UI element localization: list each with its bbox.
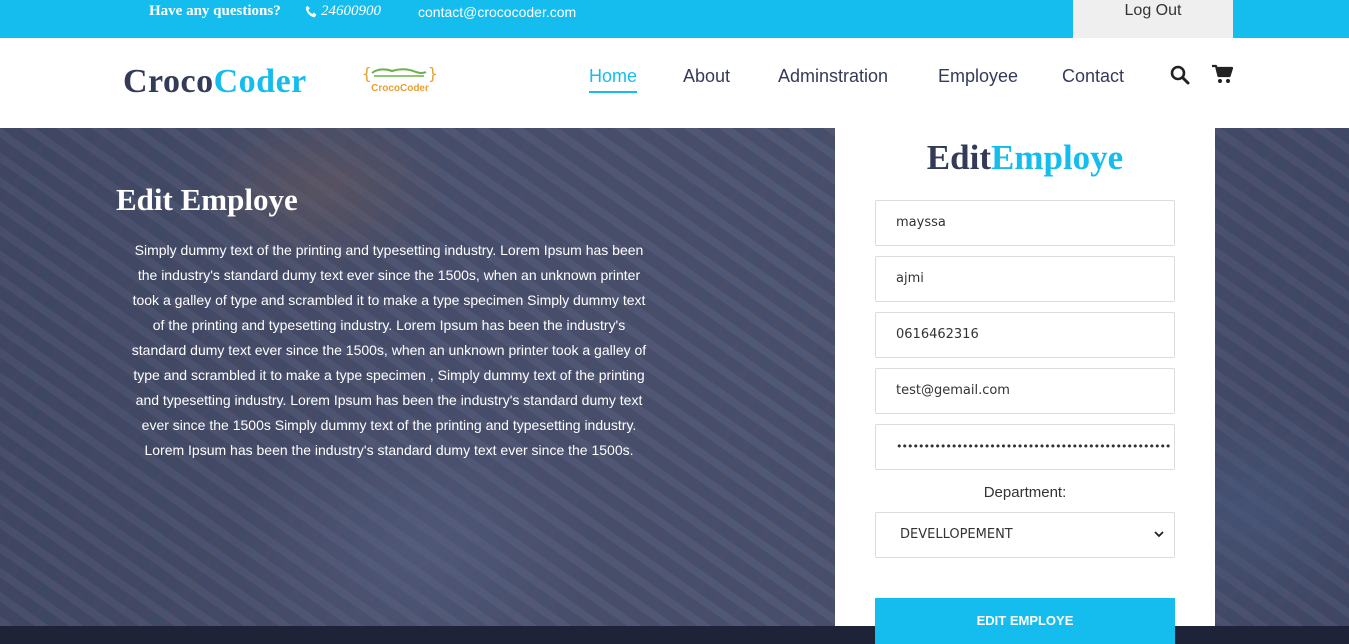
form-title-part2: Employe [990,138,1124,177]
form-title: EditEmploye [835,138,1215,178]
cart-icon[interactable] [1211,64,1233,84]
department-label: Department: [983,484,1067,501]
phone-number: 24600900 [321,3,381,19]
chevron-down-icon [1154,531,1164,538]
brand-part2: Coder [213,63,307,100]
department-select[interactable]: DEVELLOPEMENT [875,512,1175,558]
hero-description: Simply dummy text of the printing and ty… [131,242,647,458]
nav-employee[interactable]: Employee [938,66,1018,87]
nav-about[interactable]: About [683,66,730,87]
logo-text: CrocoCoder [371,83,429,94]
first-name-field[interactable]: mayssa [875,200,1175,246]
phone-icon [305,5,317,18]
svg-text:{: { [362,64,372,83]
crococoder-logo: { } CrocoCoder [362,64,438,94]
password-field[interactable]: ••••••••••••••••••••••••••••••••••••••••… [875,424,1175,470]
last-name-field[interactable]: ajmi [875,256,1175,302]
form-title-part1: Edit [926,138,991,177]
hero-title: Edit Employe [116,182,298,217]
svg-text:}: } [428,64,438,83]
main-header: CrocoCoder { } CrocoCoder Home About Adm… [0,38,1349,128]
top-bar: Have any questions? 24600900 contact@cro… [0,0,1349,38]
nav-contact[interactable]: Contact [1062,66,1124,87]
search-icon[interactable] [1170,65,1190,85]
brand-name[interactable]: CrocoCoder [123,63,307,101]
edit-employee-form: EditEmploye mayssa ajmi 0616462316 test@… [835,128,1215,626]
email-field[interactable]: test@gemail.com [875,368,1175,414]
email-contact[interactable]: contact@crococoder.com [418,4,576,20]
phone-field[interactable]: 0616462316 [875,312,1175,358]
questions-text: Have any questions? [149,3,281,19]
brand-part1: Croco [123,63,214,100]
edit-employe-button[interactable]: EDIT EMPLOYE [875,598,1175,644]
logout-button[interactable]: Log Out [1073,0,1233,38]
department-selected-value: DEVELLOPEMENT [900,527,1013,542]
phone-contact[interactable]: 24600900 [305,3,381,20]
nav-home[interactable]: Home [589,66,638,93]
nav-adminstration[interactable]: Adminstration [778,66,888,87]
